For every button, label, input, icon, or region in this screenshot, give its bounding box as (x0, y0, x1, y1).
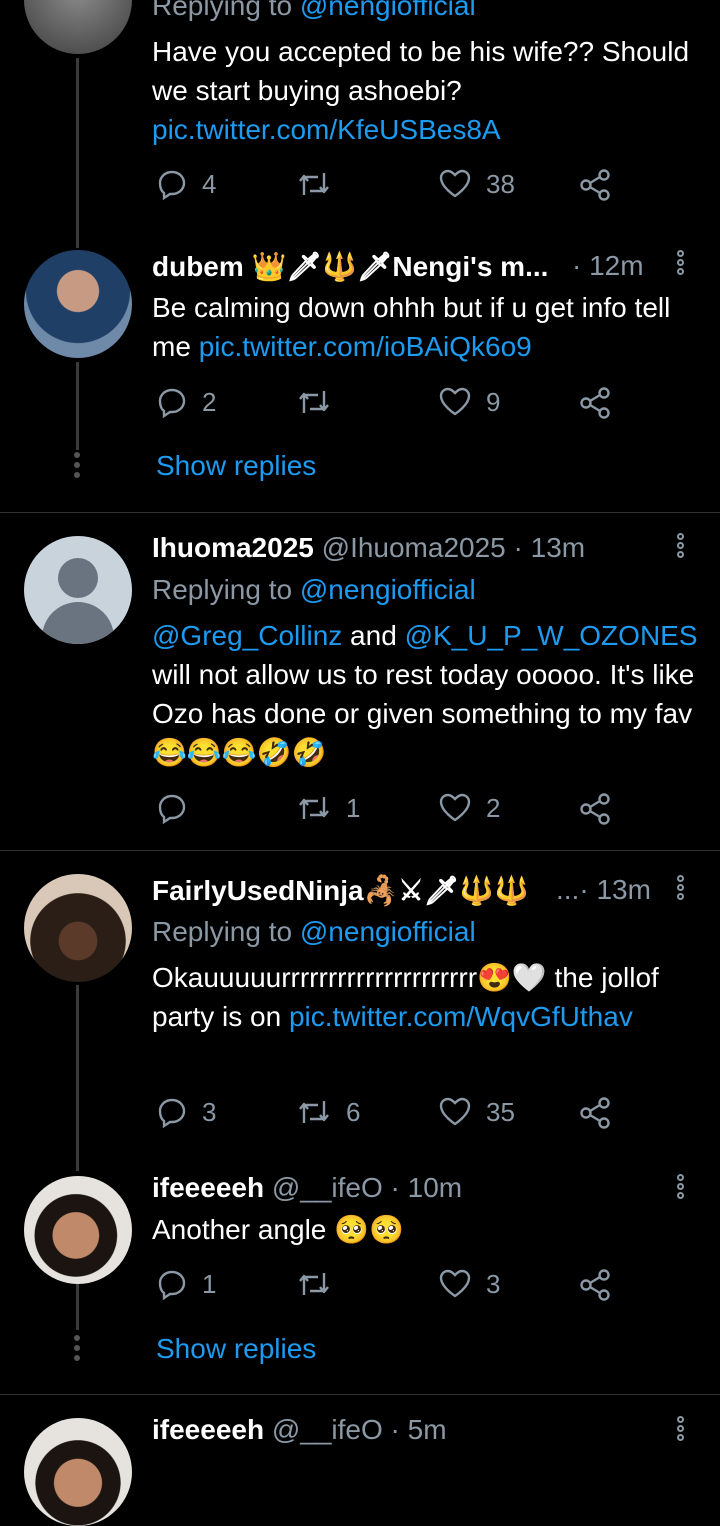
thread-continuation-dots (74, 452, 80, 482)
display-name[interactable]: ifeeeeeh (152, 1414, 264, 1445)
avatar[interactable] (24, 874, 132, 982)
handle-time: @Ihuoma2025 · 13m (321, 532, 586, 563)
media-link[interactable]: pic.twitter.com/WqvGfUthav (289, 1001, 633, 1032)
thread-line (76, 1284, 79, 1330)
share-icon (580, 1269, 610, 1301)
show-replies-link[interactable]: Show replies (156, 1333, 316, 1365)
more-options-icon[interactable] (672, 875, 688, 905)
tweet-header: dubem 👑🗡🔱🗡Nengi's m... (152, 250, 548, 283)
avatar[interactable] (24, 536, 132, 644)
reply-icon (158, 170, 186, 200)
tweet-header: ifeeeeeh @__ifeO · 10m (152, 1172, 462, 1204)
retweet-icon (299, 391, 329, 413)
handle-time: ...· 13m (556, 874, 651, 905)
divider (0, 850, 720, 851)
heart-icon (439, 1097, 471, 1126)
tweet-header: FairlyUsedNinja🦂⚔🗡🔱🔱 (152, 874, 582, 907)
display-name[interactable]: FairlyUsedNinja🦂⚔🗡🔱🔱 (152, 875, 529, 906)
thread-continuation-dots (74, 1335, 80, 1365)
tweet-header: Ihuoma2025 @Ihuoma2025 · 13m (152, 532, 585, 564)
display-name[interactable]: Ihuoma2025 (152, 532, 314, 563)
media-link[interactable]: pic.twitter.com/KfeUSBes8A (152, 114, 501, 145)
thread-line (76, 985, 79, 1171)
reply-button[interactable]: 3 (156, 1096, 216, 1128)
reply-button[interactable]: 2 (156, 386, 216, 418)
thread-line (76, 362, 79, 450)
tweet-time: · 12m (572, 250, 644, 281)
retweet-button[interactable]: 6 (296, 1096, 360, 1128)
replying-to: Replying to @nengiofficial (152, 0, 476, 22)
mention-link[interactable]: @nengiofficial (300, 574, 476, 605)
tweet-header: ifeeeeeh @__ifeO · 5m (152, 1414, 447, 1446)
avatar[interactable] (24, 1418, 132, 1526)
replying-to: Replying to @nengiofficial (152, 916, 476, 947)
more-options-icon[interactable] (672, 533, 688, 563)
media-link[interactable]: pic.twitter.com/ioBAiQk6o9 (199, 331, 532, 362)
share-icon (580, 793, 610, 825)
thread-line (76, 58, 79, 248)
heart-icon (439, 387, 471, 416)
share-icon (580, 169, 610, 201)
retweet-icon (299, 797, 329, 819)
retweet-icon (299, 1273, 329, 1295)
mention-link[interactable]: @K_U_P_W_OZONES (405, 620, 698, 651)
display-name[interactable]: ifeeeeeh (152, 1172, 264, 1203)
handle-time: @__ifeO · 5m (271, 1414, 447, 1445)
tweet-text: Okauuuuurrrrrrrrrrrrrrrrrrrrr😍🤍 the joll… (152, 962, 659, 1032)
more-options-icon[interactable] (672, 250, 688, 280)
avatar[interactable] (24, 0, 132, 54)
more-options-icon[interactable] (672, 1416, 688, 1446)
reply-button[interactable] (156, 792, 202, 824)
divider (0, 512, 720, 513)
retweet-icon (299, 173, 329, 195)
reply-icon (158, 1098, 186, 1128)
retweet-button[interactable]: 1 (296, 792, 360, 824)
divider (0, 1394, 720, 1395)
tweet-text: Another angle 🥺🥺 (152, 1214, 404, 1245)
like-button[interactable]: 2 (438, 792, 500, 824)
display-name[interactable]: dubem 👑🗡🔱🗡Nengi's m... (152, 251, 548, 282)
show-replies-link[interactable]: Show replies (156, 450, 316, 482)
like-button[interactable]: 9 (438, 386, 500, 418)
reply-icon (158, 388, 186, 418)
heart-icon (439, 169, 471, 198)
like-button[interactable]: 3 (438, 1268, 500, 1300)
handle-time: @__ifeO · 10m (271, 1172, 463, 1203)
retweet-icon (299, 1101, 329, 1123)
tweet-text: Be calming down ohhh but if u get info t… (152, 292, 671, 362)
retweet-button[interactable] (296, 168, 346, 200)
mention-link[interactable]: @nengiofficial (300, 0, 476, 21)
share-button[interactable] (578, 1268, 612, 1302)
replying-to: Replying to @nengiofficial (152, 574, 476, 605)
share-icon (580, 1097, 610, 1129)
heart-icon (439, 1269, 471, 1298)
mention-link[interactable]: @Greg_Collinz (152, 620, 342, 651)
more-options-icon[interactable] (672, 1174, 688, 1204)
share-button[interactable] (578, 1096, 612, 1130)
tweet-text: @Greg_Collinz and @K_U_P_W_OZONES will n… (152, 620, 698, 768)
reply-button[interactable]: 1 (156, 1268, 216, 1300)
reply-icon (158, 794, 186, 824)
avatar[interactable] (24, 1176, 132, 1284)
like-button[interactable]: 35 (438, 1096, 515, 1128)
heart-icon (439, 793, 471, 822)
share-button[interactable] (578, 386, 612, 420)
reply-button[interactable]: 4 (156, 168, 216, 200)
share-button[interactable] (578, 168, 612, 202)
retweet-button[interactable] (296, 386, 346, 418)
share-button[interactable] (578, 792, 612, 826)
retweet-button[interactable] (296, 1268, 346, 1300)
mention-link[interactable]: @nengiofficial (300, 916, 476, 947)
like-button[interactable]: 38 (438, 168, 515, 200)
share-icon (580, 387, 610, 419)
reply-icon (158, 1270, 186, 1300)
tweet-text: Have you accepted to be his wife?? Shoul… (152, 36, 690, 145)
avatar[interactable] (24, 250, 132, 358)
